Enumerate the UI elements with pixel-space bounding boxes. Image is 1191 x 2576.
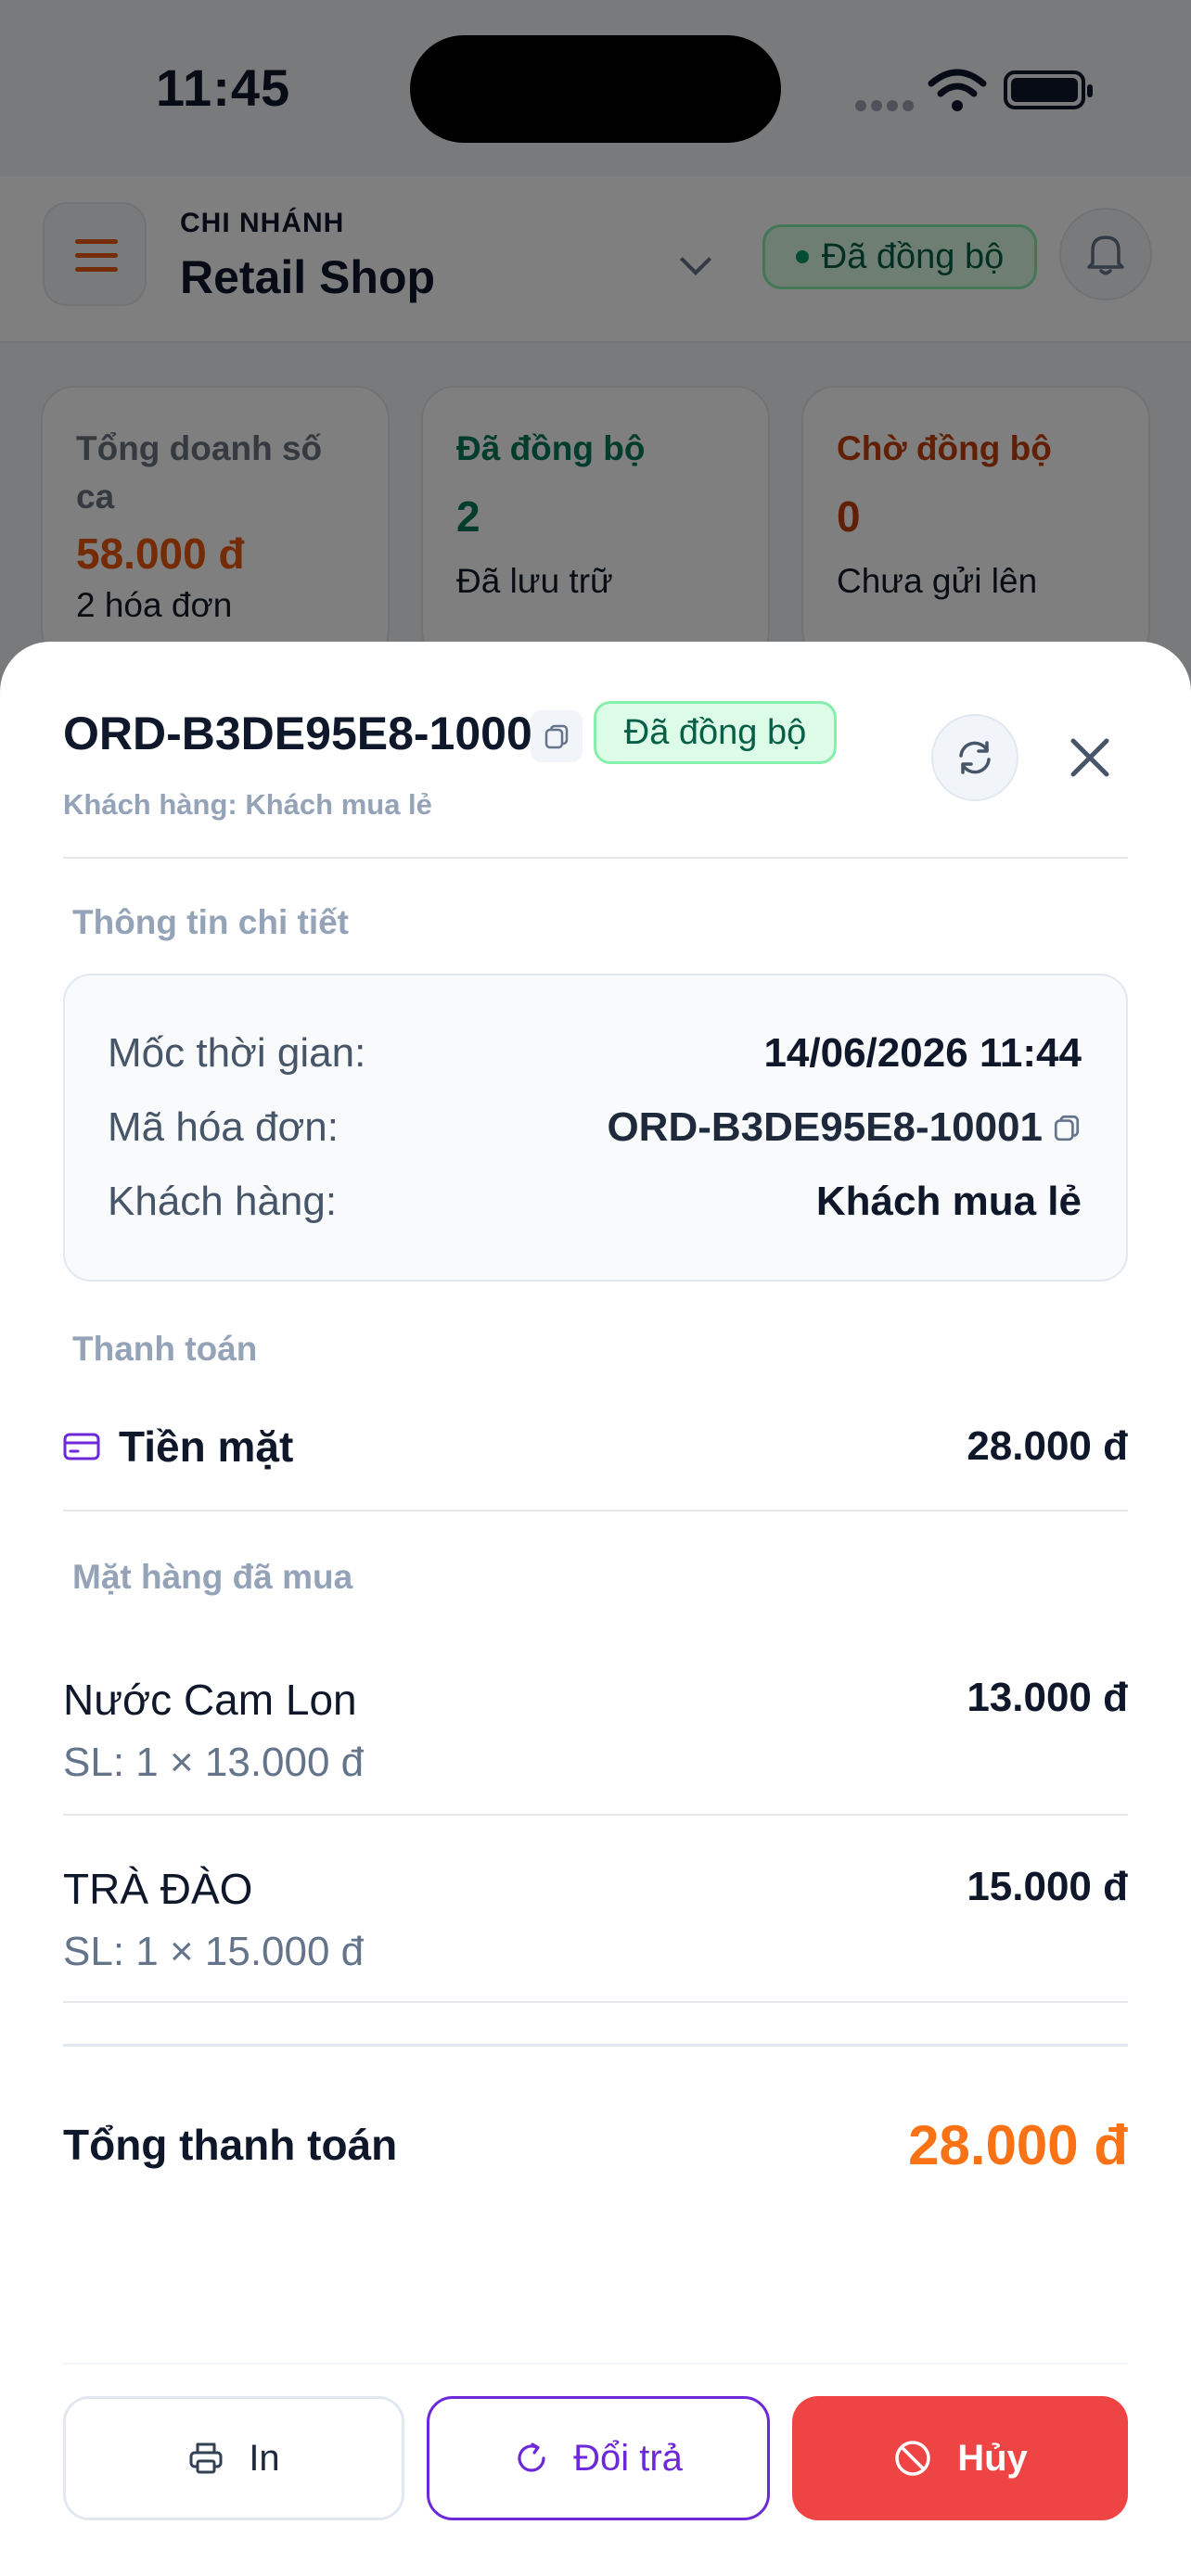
detail-row-invoice: Mã hóa đơn: ORD-B3DE95E8-10001 — [108, 1100, 1082, 1155]
close-icon — [1070, 738, 1109, 777]
divider — [63, 1510, 1128, 1511]
order-id: ORD-B3DE95E8-10001 — [63, 708, 558, 759]
item-price: 15.000 đ — [967, 1864, 1128, 1909]
payment-method-label: Tiền mặt — [119, 1422, 294, 1471]
rotate-icon — [518, 2442, 545, 2472]
detail-row-customer: Khách hàng: Khách mua lẻ — [108, 1174, 1082, 1230]
item-price: 13.000 đ — [967, 1675, 1128, 1720]
ban-icon — [895, 2441, 930, 2476]
payment-section-title: Thanh toán — [72, 1330, 258, 1368]
detail-value-wrap: ORD-B3DE95E8-10001 — [607, 1104, 1082, 1151]
payment-method: Tiền mặt — [63, 1422, 293, 1472]
divider — [63, 2363, 1128, 2365]
print-button[interactable]: In — [63, 2396, 404, 2520]
refresh-button[interactable] — [931, 714, 1018, 801]
print-label: In — [249, 2437, 280, 2479]
order-detail-sheet: ORD-B3DE95E8-10001 Đã đồng bộ Khách hàng… — [0, 642, 1191, 2576]
payment-row: Tiền mặt 28.000 đ — [63, 1409, 1128, 1484]
cancel-button[interactable]: Hủy — [792, 2396, 1128, 2520]
item-name: Nước Cam Lon — [63, 1676, 357, 1724]
divider — [63, 2044, 1128, 2047]
cancel-label: Hủy — [957, 2437, 1028, 2479]
details-card: Mốc thời gian: 14/06/2026 11:44 Mã hóa đ… — [63, 974, 1128, 1282]
copy-order-id-button[interactable] — [531, 710, 583, 762]
list-item: TRÀ ĐÀO SL: 1 × 15.000 đ 15.000 đ — [63, 1851, 1128, 2018]
divider — [63, 857, 1128, 859]
return-label: Đổi trả — [573, 2437, 683, 2479]
list-item: Nước Cam Lon SL: 1 × 13.000 đ 13.000 đ — [63, 1662, 1128, 1829]
items-section-title: Mặt hàng đã mua — [72, 1558, 353, 1596]
total-amount: 28.000 đ — [908, 2113, 1128, 2176]
item-name: TRÀ ĐÀO — [63, 1865, 253, 1913]
detail-row-time: Mốc thời gian: 14/06/2026 11:44 — [108, 1026, 1082, 1081]
copy-icon[interactable] — [1052, 1113, 1082, 1142]
copy-icon — [544, 724, 569, 749]
total-row: Tổng thanh toán 28.000 đ — [63, 2103, 1128, 2187]
detail-key: Khách hàng: — [108, 1179, 338, 1224]
item-qty: SL: 1 × 15.000 đ — [63, 1929, 365, 1974]
detail-value: 14/06/2026 11:44 — [763, 1030, 1082, 1076]
detail-key: Mã hóa đơn: — [108, 1104, 339, 1150]
divider — [63, 1814, 1128, 1816]
payment-amount: 28.000 đ — [967, 1423, 1128, 1469]
detail-value: Khách mua lẻ — [815, 1179, 1082, 1224]
refresh-icon — [959, 741, 991, 774]
item-qty: SL: 1 × 13.000 đ — [63, 1740, 365, 1785]
total-label: Tổng thanh toán — [63, 2121, 398, 2169]
details-section-title: Thông tin chi tiết — [72, 903, 350, 941]
close-button[interactable] — [1059, 727, 1121, 788]
status-badge: Đã đồng bộ — [594, 701, 837, 764]
card-icon — [63, 1433, 100, 1460]
detail-value: ORD-B3DE95E8-10001 — [607, 1104, 1043, 1150]
printer-icon — [189, 2442, 223, 2474]
customer-subtitle: Khách hàng: Khách mua lẻ — [63, 788, 432, 821]
detail-key: Mốc thời gian: — [108, 1030, 366, 1076]
return-button[interactable]: Đổi trả — [427, 2396, 770, 2520]
divider — [63, 2001, 1128, 2003]
